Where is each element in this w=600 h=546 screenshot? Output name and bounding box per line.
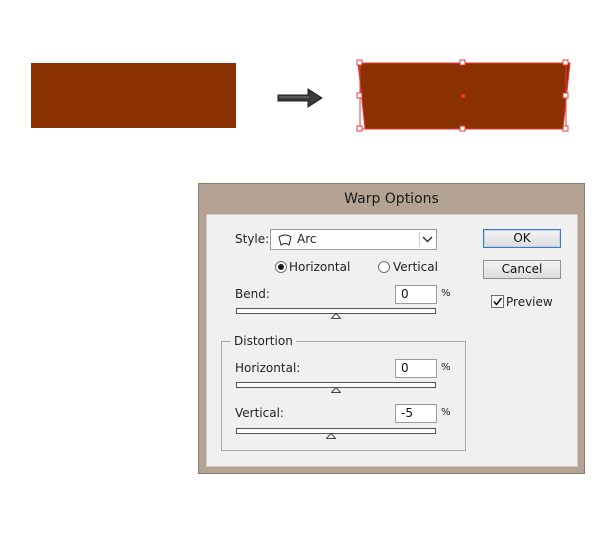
distortion-vertical-slider-thumb[interactable] xyxy=(326,433,336,439)
vertical-radio-label[interactable]: Vertical xyxy=(393,260,438,274)
distortion-vertical-slider[interactable] xyxy=(236,428,436,434)
handle-middle-left[interactable] xyxy=(356,92,363,99)
distortion-horizontal-slider-thumb[interactable] xyxy=(331,387,341,393)
right-arrow-icon xyxy=(277,88,323,108)
handle-top-left[interactable] xyxy=(356,59,363,66)
handle-bottom-middle[interactable] xyxy=(459,125,466,132)
distortion-vertical-percent-label: % xyxy=(441,407,451,418)
preview-checkbox[interactable] xyxy=(491,295,504,308)
handle-top-right[interactable] xyxy=(562,59,569,66)
handle-top-middle[interactable] xyxy=(459,59,466,66)
warped-shape xyxy=(356,59,571,132)
preview-label[interactable]: Preview xyxy=(506,295,553,309)
distortion-horizontal-percent-label: % xyxy=(441,362,451,373)
bend-percent-label: % xyxy=(441,288,451,299)
horizontal-radio-label[interactable]: Horizontal xyxy=(289,260,350,274)
distortion-group xyxy=(221,341,466,451)
distortion-vertical-input[interactable]: -5 xyxy=(395,404,437,423)
bend-slider-thumb[interactable] xyxy=(331,313,341,319)
original-rectangle xyxy=(31,63,236,128)
arc-warp-icon xyxy=(278,234,292,246)
ok-button[interactable]: OK xyxy=(483,229,561,248)
distortion-horizontal-input[interactable]: 0 xyxy=(395,359,437,378)
handle-bottom-left[interactable] xyxy=(356,125,363,132)
dialog-title: Warp Options xyxy=(344,191,439,207)
distortion-horizontal-label: Horizontal: xyxy=(235,361,301,375)
checkmark-icon xyxy=(493,297,503,306)
style-select[interactable]: Arc xyxy=(270,229,437,250)
bend-input[interactable]: 0 xyxy=(395,285,437,304)
bend-label: Bend: xyxy=(235,287,270,301)
horizontal-radio[interactable] xyxy=(275,261,287,273)
distortion-group-label: Distortion xyxy=(231,334,296,348)
handle-bottom-right[interactable] xyxy=(562,125,569,132)
style-label: Style: xyxy=(235,232,270,246)
style-select-value: Arc xyxy=(297,232,317,246)
warp-illustration xyxy=(31,59,571,132)
chevron-down-icon[interactable] xyxy=(419,230,436,249)
distortion-vertical-label: Vertical: xyxy=(235,406,284,420)
handle-middle-right[interactable] xyxy=(562,92,569,99)
vertical-radio[interactable] xyxy=(378,261,390,273)
center-point xyxy=(461,94,465,98)
cancel-button[interactable]: Cancel xyxy=(483,260,561,279)
